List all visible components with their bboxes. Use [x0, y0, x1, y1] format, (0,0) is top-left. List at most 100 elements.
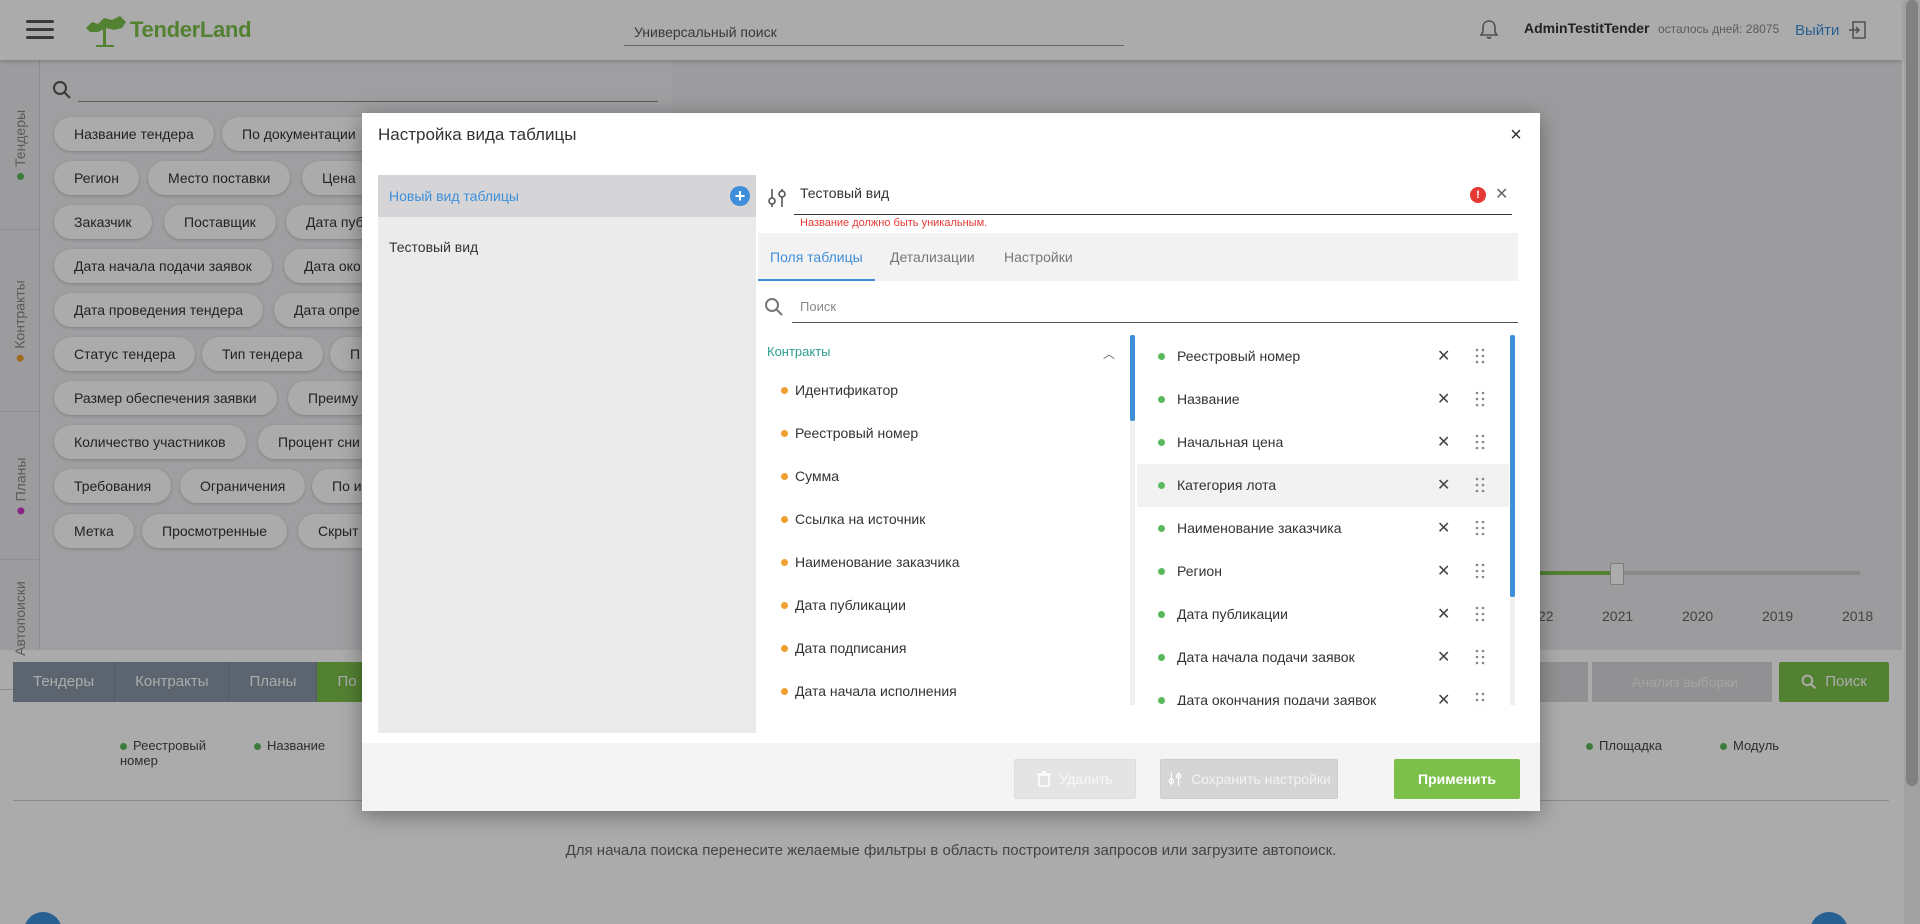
drag-handle-icon[interactable]: [1475, 477, 1485, 493]
field-label: Идентификатор: [795, 382, 899, 398]
status-dot: [1158, 654, 1165, 661]
status-dot: [1158, 525, 1165, 532]
field-label: Дата окончания подачи заявок: [1177, 692, 1377, 705]
remove-icon[interactable]: ✕: [1437, 378, 1450, 421]
chevron-up-icon[interactable]: ︿: [1103, 345, 1115, 362]
status-dot: [1158, 568, 1165, 575]
save-settings-button[interactable]: Сохранить настройки: [1160, 759, 1338, 799]
status-dot: [1158, 353, 1165, 360]
drag-handle-icon[interactable]: [1475, 348, 1485, 364]
field-label: Сумма: [795, 468, 839, 484]
fields-search-input[interactable]: Поиск: [792, 291, 1518, 323]
settings-sliders-icon: [768, 189, 786, 207]
selected-scrollbar-thumb[interactable]: [1510, 335, 1515, 597]
view-name-input[interactable]: Тестовый вид: [794, 175, 1512, 215]
available-scrollbar-thumb[interactable]: [1130, 335, 1135, 421]
selected-field[interactable]: Регион ✕: [1137, 550, 1509, 593]
status-dot: [1158, 482, 1165, 489]
group-header-contracts[interactable]: Контракты ︿: [767, 343, 1115, 363]
close-icon[interactable]: ×: [1506, 125, 1526, 145]
settings-sliders-icon: [1168, 772, 1182, 786]
field-label: Регион: [1177, 563, 1222, 579]
dialog-title: Настройка вида таблицы: [378, 125, 577, 144]
validation-error: Название должно быть уникальным.: [800, 217, 988, 229]
drag-handle-icon[interactable]: [1475, 563, 1485, 579]
selected-fields-list: Реестровый номер ✕ Название ✕ Начальная це…: [1137, 335, 1514, 705]
available-field[interactable]: Сумма: [767, 455, 1115, 498]
status-dot: [781, 430, 788, 437]
plus-icon[interactable]: +: [730, 186, 750, 206]
clear-icon[interactable]: ✕: [1495, 184, 1508, 204]
available-field[interactable]: Идентификатор: [767, 369, 1115, 412]
field-label: Категория лота: [1177, 477, 1277, 493]
available-field[interactable]: Дата публикации: [767, 584, 1115, 627]
selected-field[interactable]: Категория лота ✕: [1137, 464, 1509, 507]
tab-details[interactable]: Детализации: [878, 233, 987, 281]
selected-field[interactable]: Начальная цена ✕: [1137, 421, 1509, 464]
field-label: Реестровый номер: [795, 425, 919, 441]
status-dot: [1158, 697, 1165, 704]
field-label: Дата начала исполнения: [795, 683, 957, 699]
selected-field[interactable]: Наименование заказчика ✕: [1137, 507, 1509, 550]
table-view-settings-dialog: Настройка вида таблицы × Новый вид табли…: [362, 113, 1540, 811]
status-dot: [781, 387, 788, 394]
drag-handle-icon[interactable]: [1475, 391, 1485, 407]
drag-handle-icon[interactable]: [1475, 520, 1485, 536]
status-dot: [1158, 396, 1165, 403]
remove-icon[interactable]: ✕: [1437, 421, 1450, 464]
status-dot: [781, 602, 788, 609]
views-list: Новый вид таблицы + Тестовый вид: [378, 175, 756, 733]
drag-handle-icon[interactable]: [1475, 692, 1485, 705]
status-dot: [781, 688, 788, 695]
field-label: Начальная цена: [1177, 434, 1284, 450]
remove-icon[interactable]: ✕: [1437, 335, 1450, 378]
remove-icon[interactable]: ✕: [1437, 464, 1450, 507]
status-dot: [1158, 439, 1165, 446]
selected-field[interactable]: Дата публикации ✕: [1137, 593, 1509, 636]
available-field[interactable]: Дата подписания: [767, 627, 1115, 670]
field-label: Наименование заказчика: [795, 554, 960, 570]
settings-tabs: Поля таблицы Детализации Настройки: [758, 233, 1518, 281]
delete-button[interactable]: Удалить: [1014, 759, 1136, 799]
status-dot: [781, 473, 788, 480]
available-field[interactable]: Ссылка на источник: [767, 498, 1115, 541]
remove-icon[interactable]: ✕: [1437, 679, 1450, 705]
remove-icon[interactable]: ✕: [1437, 550, 1450, 593]
field-label: Дата публикации: [795, 597, 906, 613]
field-label: Дата подписания: [795, 640, 907, 656]
remove-icon[interactable]: ✕: [1437, 507, 1450, 550]
apply-button[interactable]: Применить: [1394, 759, 1520, 799]
field-label: Наименование заказчика: [1177, 520, 1342, 536]
group-title: Контракты: [767, 344, 831, 359]
drag-handle-icon[interactable]: [1475, 649, 1485, 665]
selected-field[interactable]: Дата начала подачи заявок ✕: [1137, 636, 1509, 679]
save-settings-label: Сохранить настройки: [1191, 771, 1331, 787]
status-dot: [1158, 611, 1165, 618]
selected-field[interactable]: Дата окончания подачи заявок ✕: [1137, 679, 1509, 705]
field-label: Дата начала подачи заявок: [1177, 649, 1355, 665]
drag-handle-icon[interactable]: [1475, 606, 1485, 622]
status-dot: [781, 645, 788, 652]
available-field[interactable]: Реестровый номер: [767, 412, 1115, 455]
selected-field[interactable]: Реестровый номер ✕: [1137, 335, 1509, 378]
field-label: Название: [1177, 391, 1240, 407]
tab-table-fields[interactable]: Поля таблицы: [758, 233, 875, 281]
field-label: Реестровый номер: [1177, 348, 1301, 364]
new-view-label: Новый вид таблицы: [389, 188, 519, 204]
drag-handle-icon[interactable]: [1475, 434, 1485, 450]
status-dot: [781, 559, 788, 566]
new-view-item[interactable]: Новый вид таблицы +: [378, 175, 756, 217]
error-icon: !: [1470, 187, 1486, 203]
available-field[interactable]: Наименование заказчика: [767, 541, 1115, 584]
selected-field[interactable]: Название ✕: [1137, 378, 1509, 421]
remove-icon[interactable]: ✕: [1437, 593, 1450, 636]
available-field[interactable]: Дата начала исполнения: [767, 670, 1115, 713]
field-label: Дата публикации: [1177, 606, 1288, 622]
view-item[interactable]: Тестовый вид: [389, 239, 478, 255]
dialog-footer: [362, 743, 1540, 811]
status-dot: [781, 516, 788, 523]
tab-settings[interactable]: Настройки: [992, 233, 1085, 281]
field-label: Ссылка на источник: [795, 511, 926, 527]
trash-icon: [1037, 771, 1052, 787]
remove-icon[interactable]: ✕: [1437, 636, 1450, 679]
